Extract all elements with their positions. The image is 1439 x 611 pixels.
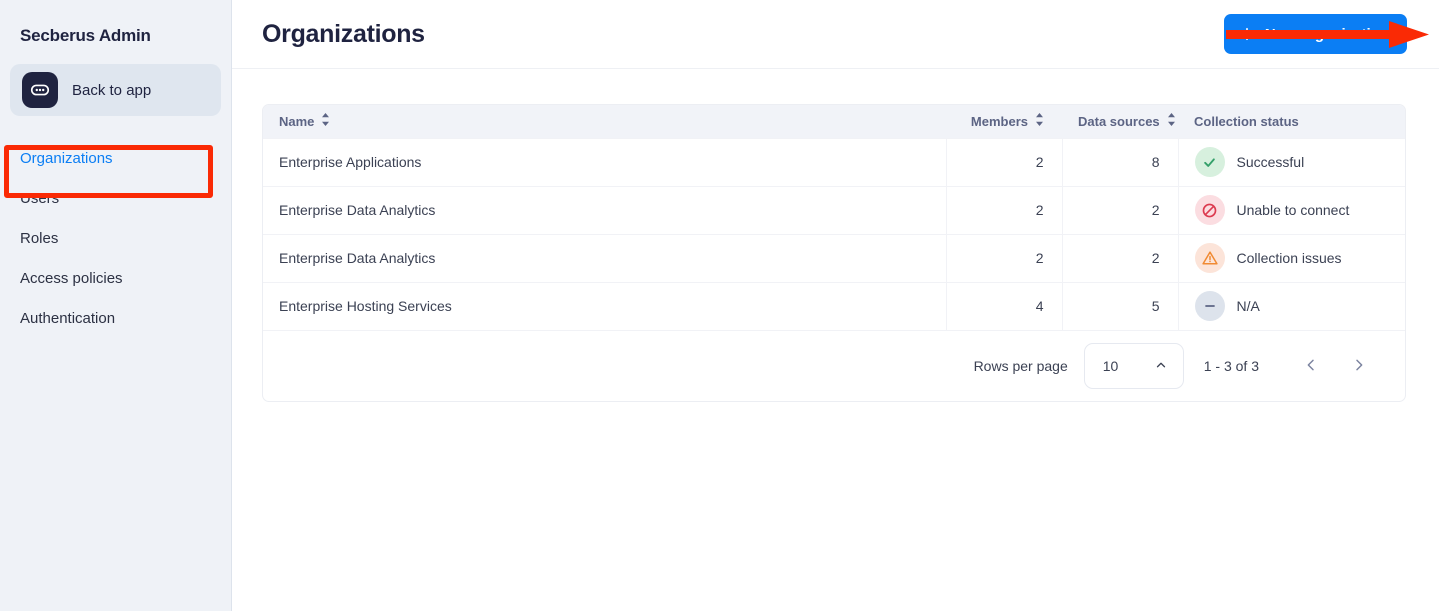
table-row[interactable]: Enterprise Applications 2 8 Successful xyxy=(263,137,1405,186)
cell-name: Enterprise Data Analytics xyxy=(263,185,946,234)
sort-icon[interactable] xyxy=(1167,113,1176,129)
back-to-app-button[interactable]: Back to app xyxy=(10,64,221,116)
sidebar-item-roles[interactable]: Roles xyxy=(0,218,231,258)
cell-members: 2 xyxy=(945,185,1062,234)
column-header-name[interactable]: Name xyxy=(263,105,946,138)
cell-data-sources: 8 xyxy=(1061,137,1178,186)
sort-icon[interactable] xyxy=(321,113,330,129)
cell-collection-status: Successful xyxy=(1177,137,1405,186)
status-badge: Successful xyxy=(1236,154,1305,170)
cell-collection-status: N/A xyxy=(1177,281,1405,330)
brand-title: Secberus Admin xyxy=(20,26,151,45)
table: Name Members Data sources Collection sta… xyxy=(263,105,1405,330)
status-blocked-icon xyxy=(1194,195,1225,225)
table-pagination: Rows per page 10 1 - 3 of 3 xyxy=(263,330,1405,401)
sidebar-item-label: Authentication xyxy=(20,309,116,327)
new-organization-label: New organization xyxy=(1264,25,1389,43)
cell-name: Enterprise Hosting Services xyxy=(263,281,946,330)
back-to-app-label: Back to app xyxy=(72,81,152,99)
column-header-label: Members xyxy=(970,113,1028,129)
chevron-right-icon xyxy=(1351,357,1367,376)
sidebar-item-label: Users xyxy=(20,189,60,207)
rows-per-page-label: Rows per page xyxy=(973,358,1068,374)
main-content: Organizations New organization Name Memb… xyxy=(232,0,1439,611)
pagination-range: 1 - 3 of 3 xyxy=(1203,358,1259,374)
page-header: Organizations New organization xyxy=(232,0,1439,69)
table-row[interactable]: Enterprise Hosting Services 4 5 N/A xyxy=(263,281,1405,330)
column-header-label: Collection status xyxy=(1194,113,1299,129)
sidebar-item-access-policies[interactable]: Access policies xyxy=(0,258,231,298)
cell-data-sources: 5 xyxy=(1061,281,1178,330)
sidebar-nav: Organizations Users Roles Access policie… xyxy=(0,138,231,338)
plus-icon xyxy=(1238,25,1256,43)
cell-members: 2 xyxy=(945,233,1062,282)
status-badge: Collection issues xyxy=(1236,250,1342,266)
chevron-up-icon xyxy=(1154,358,1168,375)
cell-collection-status: Collection issues xyxy=(1177,233,1405,282)
sidebar-item-users[interactable]: Users xyxy=(0,178,231,218)
sidebar-item-label: Organizations xyxy=(20,149,113,167)
rows-per-page-value: 10 xyxy=(1102,358,1119,374)
status-neutral-icon xyxy=(1194,291,1225,322)
sidebar-item-organizations[interactable]: Organizations xyxy=(0,138,231,178)
table-body: Enterprise Applications 2 8 Successful E… xyxy=(263,137,1405,330)
sidebar-item-label: Roles xyxy=(20,229,59,247)
column-header-collection-status: Collection status xyxy=(1178,105,1405,138)
status-success-icon xyxy=(1194,147,1225,177)
cell-members: 4 xyxy=(945,281,1062,330)
sidebar: Secberus Admin Back to app Organizations… xyxy=(0,0,232,611)
column-header-label: Name xyxy=(279,113,315,129)
table-head: Name Members Data sources Collection sta… xyxy=(263,105,1405,138)
column-header-members[interactable]: Members xyxy=(946,105,1062,138)
cell-collection-status: Unable to connect xyxy=(1177,185,1405,234)
status-badge: N/A xyxy=(1236,298,1260,315)
pagination-next-button[interactable] xyxy=(1339,346,1379,386)
table-header-row: Name Members Data sources Collection sta… xyxy=(263,105,1405,138)
app-root: Secberus Admin Back to app Organizations… xyxy=(0,0,1439,611)
status-badge: Unable to connect xyxy=(1236,202,1350,218)
cell-data-sources: 2 xyxy=(1061,233,1178,282)
cell-name: Enterprise Applications xyxy=(263,137,946,186)
cell-name: Enterprise Data Analytics xyxy=(263,233,946,282)
new-organization-button[interactable]: New organization xyxy=(1223,14,1407,54)
cell-members: 2 xyxy=(945,137,1062,186)
table-row[interactable]: Enterprise Data Analytics 2 2 xyxy=(263,185,1405,234)
rows-per-page-select[interactable]: 10 xyxy=(1083,343,1184,389)
sidebar-item-authentication[interactable]: Authentication xyxy=(0,298,231,338)
cell-data-sources: 2 xyxy=(1061,185,1178,234)
page-title: Organizations xyxy=(262,19,425,48)
sidebar-item-label: Access policies xyxy=(20,269,123,287)
sort-icon[interactable] xyxy=(1035,113,1044,129)
pagination-prev-button[interactable] xyxy=(1291,346,1331,386)
table-row[interactable]: Enterprise Data Analytics 2 2 xyxy=(263,233,1405,282)
chat-pill-icon xyxy=(22,72,58,108)
column-header-data-sources[interactable]: Data sources xyxy=(1062,105,1178,138)
column-header-label: Data sources xyxy=(1078,113,1160,129)
organizations-table: Name Members Data sources Collection sta… xyxy=(262,104,1406,402)
status-warning-icon xyxy=(1194,243,1225,273)
chevron-left-icon xyxy=(1303,357,1319,376)
